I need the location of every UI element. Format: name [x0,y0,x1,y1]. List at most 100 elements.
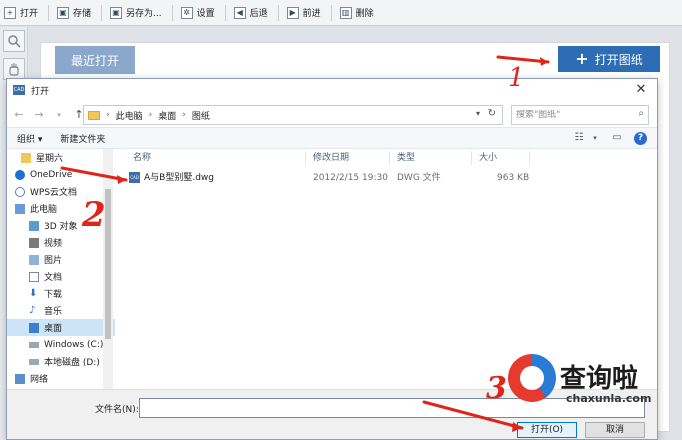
forward-toolbar-button[interactable]: ▶ 前进 [286,3,321,23]
nav-item-videos[interactable]: 视频 [7,234,115,251]
nav-item-wps-cloud[interactable]: WPS云文档 [7,183,115,200]
document-icon [29,271,39,282]
chevron-right-icon: › [106,110,110,120]
preview-pane-icon[interactable]: ▭ [610,131,624,145]
address-bar[interactable]: › 此电脑 › 桌面 › 图纸 ▾ ↻ [83,105,503,125]
folder-icon [21,152,31,163]
nav-label: 桌面 [44,324,63,334]
column-divider[interactable] [471,151,472,165]
dialog-titlebar: CAD 打开 ✕ [7,79,657,101]
toolbar-divider [330,4,332,21]
open-button[interactable]: 打开(O) [517,422,577,438]
nav-item-network[interactable]: 网络 [7,370,115,387]
forward-arrow-icon[interactable]: → [31,107,47,123]
column-header-name[interactable]: 名称 [133,149,151,167]
toolbar-divider [277,4,279,21]
dialog-title: 打开 [31,86,50,97]
new-folder-button[interactable]: 新建文件夹 [60,132,105,145]
back-label: 后退 [249,9,268,19]
open-drawing-label: 打开图纸 [594,52,643,67]
forward-icon: ▶ [286,6,299,19]
save-as-toolbar-button[interactable]: ▣ 另存为... [110,3,162,23]
nav-label: OneDrive [30,169,73,180]
file-name-cell[interactable]: CAD A与B型别墅.dwg [129,169,214,187]
video-icon [29,237,39,248]
plus-icon: + [575,49,589,68]
zoom-tool-button[interactable] [3,30,25,52]
help-icon[interactable]: ? [634,131,647,145]
nav-item-drive-c[interactable]: Windows (C:) [7,336,115,353]
nav-label: 文档 [44,273,63,283]
magnifier-icon [8,35,21,48]
save-label: 存储 [73,9,92,19]
cube-icon [29,220,39,231]
open-toolbar-button[interactable]: + 打开 [4,3,38,23]
column-header-type[interactable]: 类型 [397,149,415,167]
view-options-icon[interactable]: ☷ [572,131,586,145]
dropdown-arrow-icon[interactable]: ▾ [51,107,67,123]
nav-item-drive-d[interactable]: 本地磁盘 (D:) [7,353,115,370]
search-input[interactable] [516,110,626,120]
nav-label: 图片 [44,256,63,266]
nav-item-desktop[interactable]: 桌面 [7,319,115,336]
nav-item-3d-objects[interactable]: 3D 对象 [7,217,115,234]
file-modified-cell: 2012/2/15 19:30 [313,173,388,183]
nav-label: Windows (C:) [44,339,104,350]
plus-icon: + [4,6,16,19]
nav-item-documents[interactable]: 文档 [7,268,115,285]
nav-label: 下载 [44,290,63,300]
chevron-down-icon[interactable]: ▾ [476,109,480,118]
nav-item-onedrive[interactable]: OneDrive [7,166,115,183]
computer-icon [15,203,25,214]
breadcrumb-drawings[interactable]: 图纸 [192,109,210,122]
drive-icon [29,358,39,365]
toolbar-divider [101,4,103,21]
dwg-file-icon: CAD [129,172,140,183]
column-divider[interactable] [529,151,530,165]
open-label: 打开 [20,9,39,19]
save-toolbar-button[interactable]: ▣ 存储 [57,3,91,23]
delete-toolbar-button[interactable]: ▥ 删除 [339,3,374,23]
cancel-button[interactable]: 取消 [585,422,645,438]
column-header-modified[interactable]: 修改日期 [313,149,349,167]
download-icon: ⬇ [29,287,38,299]
back-arrow-icon[interactable]: ← [11,107,27,123]
toolbar-divider [171,4,173,21]
column-divider[interactable] [305,151,306,165]
close-icon[interactable]: ✕ [633,82,649,98]
file-row[interactable]: CAD A与B型别墅.dwg 2012/2/15 19:30 DWG 文件 963… [119,169,549,187]
nav-item-music[interactable]: ♪ 音乐 [7,302,115,319]
toolbar-divider [48,4,50,21]
nav-label: WPS云文档 [30,188,78,198]
chevron-right-icon: › [148,110,153,120]
nav-label: 本地磁盘 (D:) [44,358,100,368]
nav-scrollbar[interactable] [103,149,113,389]
nav-item-pictures[interactable]: 图片 [7,251,115,268]
breadcrumb-desktop[interactable]: 桌面 [158,109,176,122]
organize-button[interactable]: 组织 ▾ [17,132,42,145]
recent-files-tab[interactable]: 最近打开 [55,46,135,74]
breadcrumb-this-pc[interactable]: 此电脑 [116,109,143,122]
nav-item-saturday[interactable]: 星期六 [7,149,115,166]
view-buttons: ☷ ▾ ▭ ? [564,131,647,145]
pan-tool-button[interactable] [3,58,25,80]
network-icon [15,373,25,384]
picture-icon [29,254,39,265]
nav-label: 网络 [30,375,49,385]
search-box[interactable]: ⌕ [511,105,649,125]
file-size-cell: 963 KB [497,173,530,183]
watermark-domain: chaxunla.com [566,392,652,405]
nav-item-this-pc[interactable]: 此电脑 [7,200,115,217]
nav-label: 3D 对象 [44,222,78,232]
command-bar: 组织 ▾ 新建文件夹 ☷ ▾ ▭ ? [7,127,657,149]
open-drawing-button[interactable]: + 打开图纸 [558,46,660,72]
chevron-down-icon[interactable]: ▾ [588,131,602,145]
column-header-size[interactable]: 大小 [479,149,497,167]
scrollbar-thumb[interactable] [105,189,111,339]
refresh-icon[interactable]: ↻ [488,108,496,119]
settings-toolbar-button[interactable]: ✲ 设置 [180,3,215,23]
column-divider[interactable] [389,151,390,165]
back-toolbar-button[interactable]: ◀ 后退 [233,3,268,23]
nav-item-downloads[interactable]: ⬇ 下载 [7,285,115,302]
watermark-text: 查询啦 [560,364,639,394]
